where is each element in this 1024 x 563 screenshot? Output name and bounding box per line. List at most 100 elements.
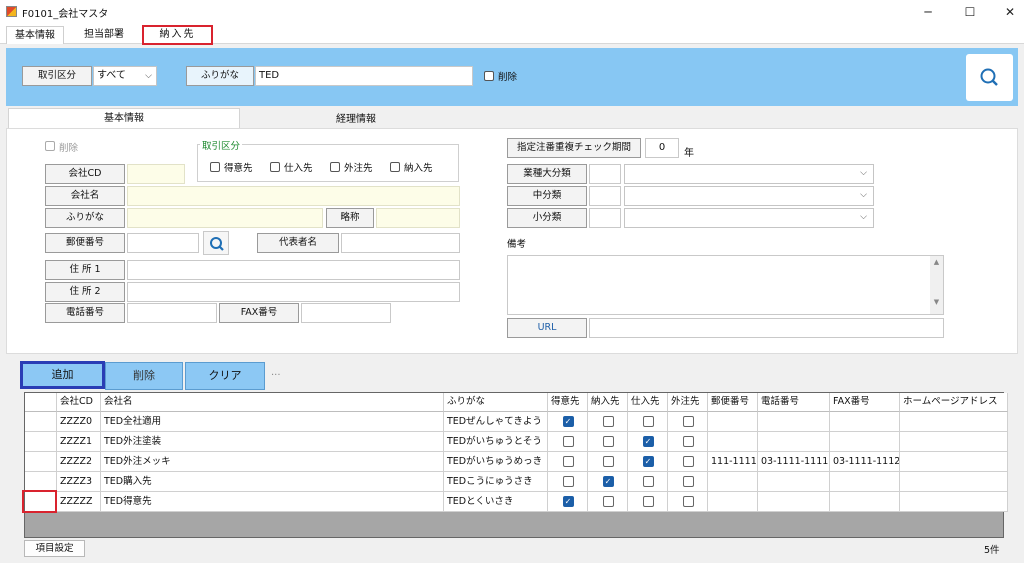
company-name-input[interactable] [127, 186, 460, 206]
cell-name[interactable]: TED全社適用 [101, 412, 444, 432]
tab-delivery[interactable]: 納入先 [142, 25, 213, 45]
cell-homepage[interactable] [900, 472, 1008, 492]
grid-header-name[interactable]: 会社名 [101, 393, 444, 412]
cell-cd[interactable]: ZZZZ0 [57, 412, 101, 432]
cell-nonyu[interactable] [588, 432, 628, 452]
grid-header-selector[interactable] [25, 393, 57, 412]
unchecked-checkbox[interactable] [562, 436, 574, 447]
fax-input[interactable] [301, 303, 391, 323]
cell-zip[interactable] [708, 472, 758, 492]
torihiki-gaichu-checkbox[interactable] [330, 162, 340, 172]
grid-header-fax[interactable]: FAX番号 [830, 393, 900, 412]
grid-header-cd[interactable]: 会社CD [57, 393, 101, 412]
grid-header-tokui[interactable]: 得意先 [548, 393, 588, 412]
unchecked-checkbox[interactable] [642, 476, 654, 487]
table-row[interactable]: ZZZZ0 TED全社適用 TEDぜんしゃてきよう ✓ [25, 412, 1008, 432]
cell-tel[interactable] [758, 492, 830, 512]
unchecked-checkbox[interactable] [682, 496, 694, 507]
checked-checkbox[interactable]: ✓ [562, 496, 574, 507]
daihyo-input[interactable] [341, 233, 460, 253]
cell-name[interactable]: TED外注塗装 [101, 432, 444, 452]
cell-tokui[interactable]: ✓ [548, 492, 588, 512]
tab-basic-info[interactable]: 基本情報 [6, 26, 64, 44]
cell-shiire[interactable]: ✓ [628, 432, 668, 452]
cat-mid-code[interactable] [589, 186, 621, 206]
cell-gaichu[interactable] [668, 412, 708, 432]
table-row[interactable]: ZZZZZ TED得意先 TEDとくいさき ✓ [25, 492, 1008, 512]
grid-header-shiire[interactable]: 仕入先 [628, 393, 668, 412]
grid-header-gaichu[interactable]: 外注先 [668, 393, 708, 412]
grid-header-furigana[interactable]: ふりがな [444, 393, 548, 412]
cell-shiire[interactable] [628, 492, 668, 512]
table-row[interactable]: ZZZZ1 TED外注塗装 TEDがいちゅうとそう ✓ [25, 432, 1008, 452]
biko-scrollbar[interactable]: ▲ ▼ [930, 256, 943, 314]
cell-zip[interactable] [708, 432, 758, 452]
cell-gaichu[interactable] [668, 472, 708, 492]
company-cd-input[interactable] [127, 164, 185, 184]
grid-header-tel[interactable]: 電話番号 [758, 393, 830, 412]
cell-homepage[interactable] [900, 412, 1008, 432]
cell-zip[interactable] [708, 492, 758, 512]
unchecked-checkbox[interactable] [642, 416, 654, 427]
grid-header-zip[interactable]: 郵便番号 [708, 393, 758, 412]
cell-cd[interactable]: ZZZZ2 [57, 452, 101, 472]
cell-furigana[interactable]: TEDこうにゅうさき [444, 472, 548, 492]
url-input[interactable] [589, 318, 944, 338]
table-row[interactable]: ZZZZ3 TED購入先 TEDこうにゅうさき ✓ [25, 472, 1008, 492]
delete-button[interactable]: 削除 [105, 362, 183, 390]
unchecked-checkbox[interactable] [682, 436, 694, 447]
addr1-input[interactable] [127, 260, 460, 280]
checked-checkbox[interactable]: ✓ [642, 436, 654, 447]
checked-checkbox[interactable]: ✓ [642, 456, 654, 467]
tab-department[interactable]: 担当部署 [76, 26, 132, 44]
checked-checkbox[interactable]: ✓ [562, 416, 574, 427]
cell-gaichu[interactable] [668, 452, 708, 472]
cell-tokui[interactable] [548, 452, 588, 472]
unchecked-checkbox[interactable] [562, 456, 574, 467]
subtab-accounting[interactable]: 経理情報 [240, 110, 472, 130]
cell-nonyu[interactable]: ✓ [588, 472, 628, 492]
add-button[interactable]: 追加 [20, 361, 105, 389]
cell-furigana[interactable]: TEDがいちゅうめっき [444, 452, 548, 472]
cell-homepage[interactable] [900, 432, 1008, 452]
cell-cd[interactable]: ZZZZZ [57, 492, 101, 512]
cell-furigana[interactable]: TEDぜんしゃてきよう [444, 412, 548, 432]
cell-tokui[interactable] [548, 472, 588, 492]
cell-homepage[interactable] [900, 492, 1008, 512]
minimize-button[interactable]: ─ [908, 2, 948, 22]
row-selector-highlight[interactable] [22, 490, 57, 513]
search-furigana-input[interactable]: TED [255, 66, 473, 86]
search-kubun-select[interactable]: すべて ⌵ [93, 66, 157, 86]
cell-nonyu[interactable] [588, 452, 628, 472]
cell-homepage[interactable] [900, 452, 1008, 472]
cell-fax[interactable] [830, 412, 900, 432]
cell-name[interactable]: TED購入先 [101, 472, 444, 492]
unchecked-checkbox[interactable] [682, 416, 694, 427]
cell-shiire[interactable]: ✓ [628, 452, 668, 472]
clear-button[interactable]: クリア [185, 362, 265, 390]
cell-name[interactable]: TED外注メッキ [101, 452, 444, 472]
row-selector[interactable] [25, 472, 57, 492]
cat-large-select[interactable]: ⌵ [624, 164, 874, 184]
torihiki-nonyu-checkbox[interactable] [390, 162, 400, 172]
cell-nonyu[interactable] [588, 492, 628, 512]
more-icon[interactable]: ··· [271, 370, 281, 381]
cell-name[interactable]: TED得意先 [101, 492, 444, 512]
cell-tel[interactable] [758, 472, 830, 492]
cell-furigana[interactable]: TEDとくいさき [444, 492, 548, 512]
cell-tokui[interactable]: ✓ [548, 412, 588, 432]
cell-fax[interactable] [830, 432, 900, 452]
unchecked-checkbox[interactable] [602, 416, 614, 427]
cat-small-code[interactable] [589, 208, 621, 228]
unchecked-checkbox[interactable] [562, 476, 574, 487]
close-button[interactable]: ✕ [990, 2, 1024, 22]
furigana-input[interactable] [127, 208, 323, 228]
column-settings-button[interactable]: 項目設定 [24, 540, 85, 557]
cell-tokui[interactable] [548, 432, 588, 452]
cell-shiire[interactable] [628, 472, 668, 492]
unchecked-checkbox[interactable] [642, 496, 654, 507]
search-delete-checkbox[interactable] [484, 71, 494, 81]
row-selector[interactable] [25, 412, 57, 432]
period-input[interactable]: 0 [645, 138, 679, 158]
unchecked-checkbox[interactable] [602, 436, 614, 447]
